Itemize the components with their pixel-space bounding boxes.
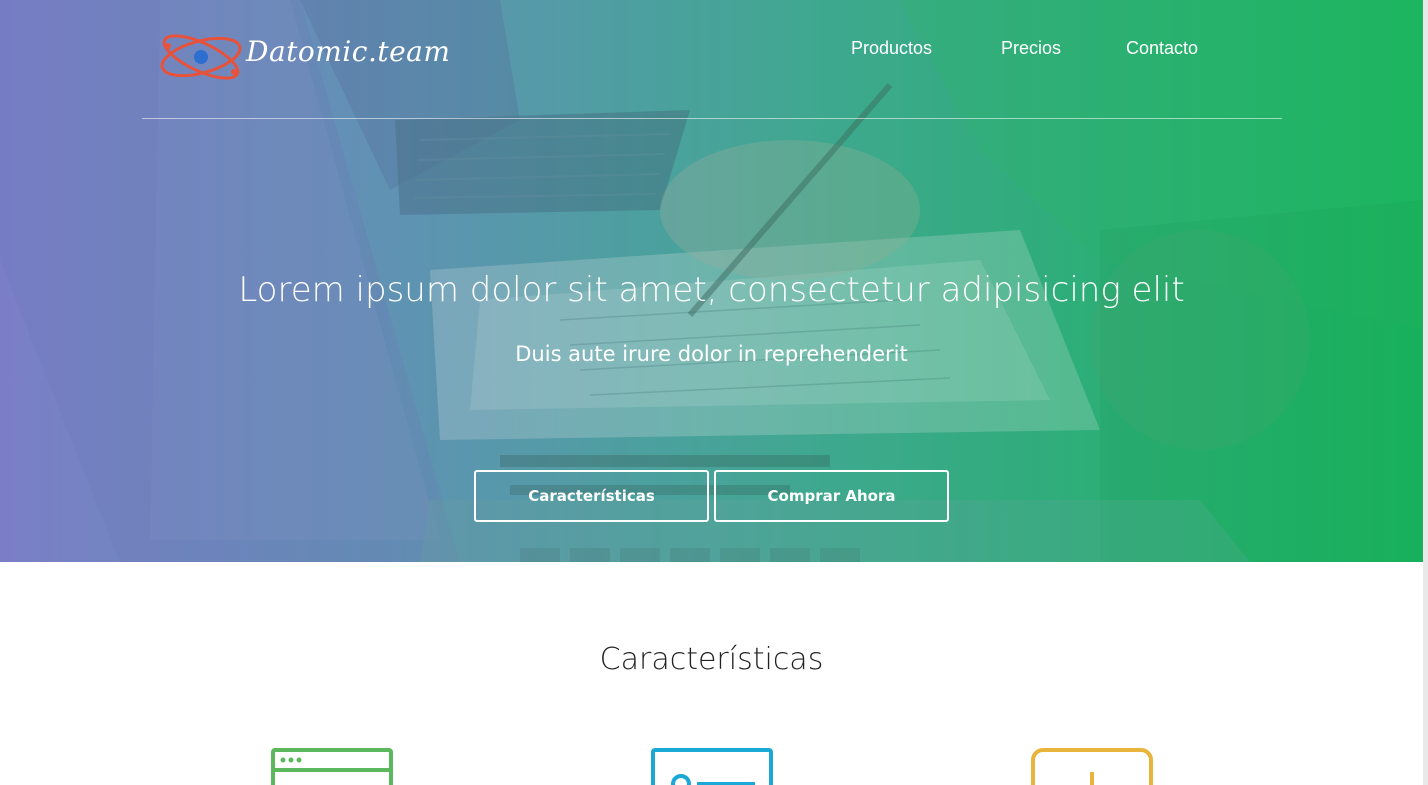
hero-banner: Datomic.team Productos Precios Contacto … (0, 0, 1423, 562)
main-navigation: Productos Precios Contacto (0, 38, 1423, 64)
features-button[interactable]: Características (474, 470, 709, 522)
browser-window-icon (271, 748, 393, 785)
hero-subtitle: Duis aute irure dolor in reprehenderit (515, 342, 908, 366)
nav-item-contacto[interactable]: Contacto (1126, 38, 1198, 59)
nav-item-productos[interactable]: Productos (851, 38, 932, 59)
buy-now-button[interactable]: Comprar Ahora (714, 470, 949, 522)
nav-item-precios[interactable]: Precios (1001, 38, 1061, 59)
page-scrollbar[interactable] (1423, 0, 1428, 785)
document-download-icon (1031, 748, 1153, 785)
features-title: Características (599, 642, 824, 677)
id-card-icon (651, 748, 773, 785)
hero-title: Lorem ipsum dolor sit amet, consectetur … (238, 270, 1185, 310)
header-divider (142, 118, 1282, 119)
